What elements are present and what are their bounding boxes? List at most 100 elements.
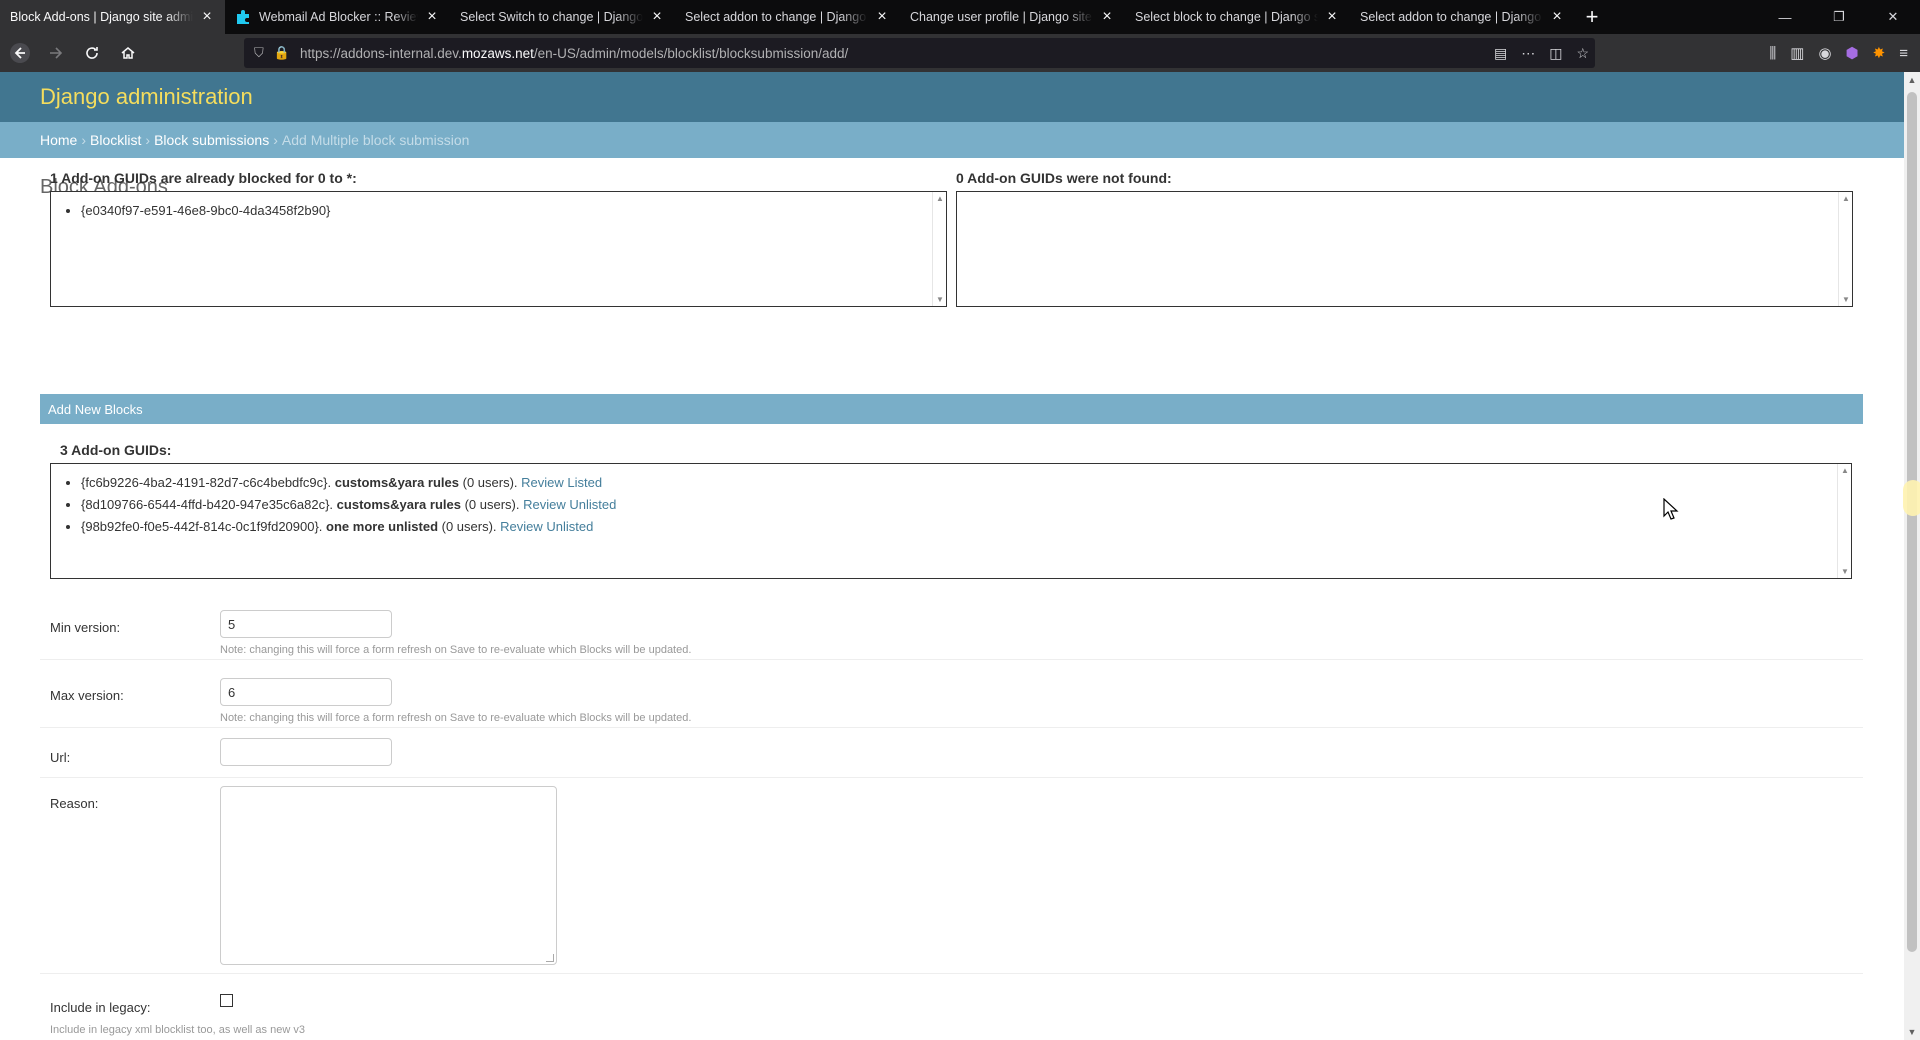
url-prefix: https://addons-internal.dev. [299, 45, 462, 61]
close-icon[interactable]: × [1324, 9, 1340, 25]
back-arrow-icon[interactable] [4, 37, 36, 69]
close-icon[interactable]: × [874, 9, 890, 25]
reader-view-icon[interactable]: ▤ [1494, 45, 1507, 62]
scroll-indicator [1903, 480, 1920, 516]
puzzle-icon [237, 10, 249, 24]
scrollbar[interactable]: ▲ ▼ [1838, 192, 1852, 306]
close-icon[interactable]: × [1099, 9, 1115, 25]
tab-title: Select addon to change | Django site adm… [685, 10, 868, 24]
window-controls: — ❐ ✕ [1758, 0, 1920, 34]
list-item: {8d109766-6544-4ffd-b420-947e35c6a82c}. … [81, 494, 1841, 516]
user-count: (0 users). [441, 519, 497, 534]
min-version-input[interactable] [220, 610, 392, 638]
bookmark-star-icon[interactable]: ☆ [1576, 45, 1589, 62]
library-icon[interactable]: ⫼ [1769, 45, 1776, 62]
breadcrumb-separator: › [145, 132, 151, 148]
url-input[interactable] [220, 738, 392, 766]
guid-text: {fc6b9226-4ba2-4191-82d7-c6c4bebdfc9c}. [81, 475, 332, 490]
account-icon[interactable]: ◉ [1818, 44, 1831, 62]
max-version-input[interactable] [220, 678, 392, 706]
user-count: (0 users). [464, 497, 520, 512]
extension-cube-icon[interactable]: ⬢ [1846, 44, 1859, 62]
scroll-thumb[interactable] [1907, 92, 1917, 952]
breadcrumb-blocklist[interactable]: Blocklist [90, 132, 141, 148]
page-scrollbar[interactable]: ▲ ▼ [1904, 72, 1920, 1040]
breadcrumb-home[interactable]: Home [40, 132, 77, 148]
browser-tab[interactable]: Webmail Ad Blocker :: Reviewer Tools × [225, 0, 450, 34]
guid-status-columns: 1 Add-on GUIDs are already blocked for 0… [50, 170, 1853, 310]
include-legacy-help: Include in legacy xml blocklist too, as … [50, 1024, 305, 1036]
new-guids-box[interactable]: {fc6b9226-4ba2-4191-82d7-c6c4bebdfc9c}. … [50, 463, 1852, 579]
minimize-icon[interactable]: — [1758, 0, 1812, 34]
page-actions-icon[interactable]: ⋯ [1521, 45, 1535, 62]
max-version-help: Note: changing this will force a form re… [220, 712, 692, 724]
new-guids-heading: 3 Add-on GUIDs: [60, 442, 172, 458]
not-found-guids-heading: 0 Add-on GUIDs were not found: [956, 170, 1172, 186]
reload-icon[interactable] [76, 37, 108, 69]
reason-row: Reason: [40, 778, 1863, 974]
new-tab-button[interactable]: + [1575, 0, 1609, 34]
lock-icon[interactable]: 🔒 [274, 45, 290, 61]
reason-textarea[interactable] [220, 786, 557, 965]
browser-tab[interactable]: Select addon to change | Django site adm… [1350, 0, 1575, 34]
existing-guids-heading: 1 Add-on GUIDs are already blocked for 0… [50, 170, 357, 186]
breadcrumb-current: Add Multiple block submission [281, 132, 470, 148]
breadcrumb-separator: › [273, 132, 278, 148]
tab-title: Select block to change | Django site adm… [1135, 10, 1318, 24]
sidebar-icon[interactable]: ▥ [1790, 44, 1804, 62]
admin-page: Django administration Home › Blocklist ›… [0, 72, 1904, 1040]
existing-guids-box[interactable]: {e0340f97-e591-46e8-9bc0-4da3458f2b90} ▲… [50, 191, 947, 307]
home-icon[interactable] [112, 37, 144, 69]
browser-tab[interactable]: Block Add-ons | Django site admin × [0, 0, 225, 34]
review-link[interactable]: Review Listed [521, 475, 602, 490]
scrollbar[interactable]: ▲ ▼ [1837, 464, 1851, 578]
restore-icon[interactable]: ❐ [1812, 0, 1866, 34]
new-guids-section: 3 Add-on GUIDs: {fc6b9226-4ba2-4191-82d7… [50, 442, 1852, 579]
close-icon[interactable]: × [199, 9, 215, 25]
review-link[interactable]: Review Unlisted [523, 497, 616, 512]
browser-nav-bar: ⛉ 🔒 https://addons-internal.dev.mozaws.n… [0, 34, 1920, 72]
extension-fox-icon[interactable]: ✸ [1873, 44, 1886, 62]
include-legacy-checkbox[interactable] [220, 994, 233, 1007]
scrollbar[interactable]: ▲ ▼ [932, 192, 946, 306]
url-path: /en-US/admin/models/blocklist/blocksubmi… [533, 45, 849, 61]
scroll-up-icon[interactable]: ▲ [1904, 72, 1920, 88]
forward-arrow-icon[interactable] [40, 37, 72, 69]
tab-title: Block Add-ons | Django site admin [10, 10, 193, 24]
existing-guids-list: {e0340f97-e591-46e8-9bc0-4da3458f2b90} [61, 200, 936, 222]
url-host: mozaws.net [461, 45, 534, 61]
browser-tab[interactable]: Select block to change | Django site adm… [1125, 0, 1350, 34]
close-icon[interactable]: × [424, 9, 440, 25]
close-icon[interactable]: × [649, 9, 665, 25]
existing-guids-column: 1 Add-on GUIDs are already blocked for 0… [50, 170, 947, 307]
addon-name: customs&yara rules [336, 497, 461, 512]
scroll-down-icon[interactable]: ▼ [1904, 1024, 1920, 1040]
list-item: {98b92fe0-f0e5-442f-814c-0c1f9fd20900}. … [81, 516, 1841, 538]
review-link[interactable]: Review Unlisted [500, 519, 593, 534]
breadcrumb-block-submissions[interactable]: Block submissions [154, 132, 269, 148]
tab-title: Select addon to change | Django site adm… [1360, 10, 1543, 24]
url-label: Url: [50, 750, 71, 765]
breadcrumb: Home › Blocklist › Block submissions › A… [0, 122, 1904, 158]
pocket-icon[interactable]: ◫ [1549, 45, 1562, 62]
browser-tab[interactable]: Select Switch to change | Django site ad… [450, 0, 675, 34]
url-bar[interactable]: ⛉ 🔒 https://addons-internal.dev.mozaws.n… [244, 38, 1595, 68]
max-version-label: Max version: [50, 688, 124, 703]
not-found-guids-column: 0 Add-on GUIDs were not found: ▲ ▼ [956, 170, 1853, 307]
shield-icon[interactable]: ⛉ [254, 45, 264, 61]
resize-grip-icon[interactable] [546, 954, 554, 962]
new-guids-list: {fc6b9226-4ba2-4191-82d7-c6c4bebdfc9c}. … [61, 472, 1841, 538]
breadcrumb-separator: › [81, 132, 87, 148]
not-found-guids-box[interactable]: ▲ ▼ [956, 191, 1853, 307]
admin-header: Django administration [0, 72, 1904, 122]
close-window-icon[interactable]: ✕ [1866, 0, 1920, 34]
close-icon[interactable]: × [1549, 9, 1565, 25]
menu-icon[interactable]: ≡ [1899, 45, 1908, 62]
addon-name: one more unlisted [326, 519, 439, 534]
browser-tab[interactable]: Select addon to change | Django site adm… [675, 0, 900, 34]
browser-tab[interactable]: Change user profile | Django site admin … [900, 0, 1125, 34]
max-version-row: Max version: Note: changing this will fo… [40, 660, 1863, 728]
url-text: https://addons-internal.dev.mozaws.net/e… [300, 46, 848, 61]
site-brand[interactable]: Django administration [40, 84, 253, 110]
tab-title: Select Switch to change | Django site ad… [460, 10, 643, 24]
